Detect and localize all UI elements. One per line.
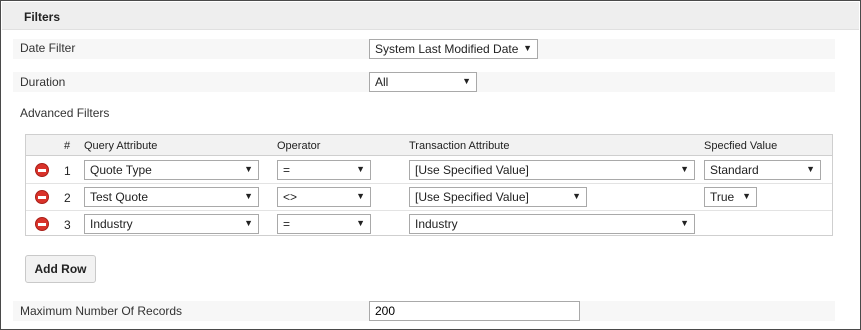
transaction-attribute-select[interactable]: [Use Specified Value] ▼: [409, 160, 695, 180]
advanced-filters-label: Advanced Filters: [20, 106, 110, 120]
chevron-down-icon: ▼: [244, 164, 253, 174]
section-header: Filters: [2, 2, 859, 30]
chevron-down-icon: ▼: [356, 218, 365, 228]
chevron-down-icon: ▼: [742, 191, 751, 201]
row-number: 3: [64, 218, 71, 232]
chevron-down-icon: ▼: [244, 218, 253, 228]
query-attribute-value: Test Quote: [90, 190, 149, 204]
chevron-down-icon: ▼: [356, 164, 365, 174]
chevron-down-icon: ▼: [680, 164, 689, 174]
column-header-num: #: [64, 140, 71, 152]
duration-select[interactable]: All ▼: [369, 72, 477, 92]
duration-label: Duration: [20, 75, 66, 89]
section-title: Filters: [24, 10, 61, 24]
specified-value-select[interactable]: Standard ▼: [704, 160, 821, 180]
transaction-attribute-select[interactable]: [Use Specified Value] ▼: [409, 187, 587, 207]
date-filter-select[interactable]: System Last Modified Date ▼: [369, 39, 538, 59]
add-row-button[interactable]: Add Row: [25, 255, 96, 283]
advanced-filters-table: # Query Attribute Operator Transaction A…: [25, 134, 833, 236]
query-attribute-value: Quote Type: [90, 163, 152, 177]
column-header-specified-value: Specfied Value: [704, 140, 778, 152]
filters-panel: Filters Date Filter System Last Modified…: [0, 0, 861, 330]
query-attribute-select[interactable]: Test Quote ▼: [84, 187, 259, 207]
specified-value-select[interactable]: True ▼: [704, 187, 757, 207]
delete-row-icon[interactable]: [35, 217, 49, 231]
query-attribute-select[interactable]: Quote Type ▼: [84, 160, 259, 180]
specified-value-value: Standard: [710, 163, 759, 177]
transaction-attribute-select[interactable]: Industry ▼: [409, 214, 695, 234]
query-attribute-value: Industry: [90, 217, 133, 231]
column-header-operator: Operator: [277, 140, 321, 152]
duration-value: All: [375, 75, 389, 89]
table-row: 2 Test Quote ▼ <> ▼ [Use Specified Value…: [26, 184, 832, 211]
operator-select[interactable]: <> ▼: [277, 187, 371, 207]
query-attribute-select[interactable]: Industry ▼: [84, 214, 259, 234]
chevron-down-icon: ▼: [680, 218, 689, 228]
column-header-transaction-attribute: Transaction Attribute: [409, 140, 510, 152]
specified-value-value: True: [710, 190, 735, 204]
operator-select[interactable]: = ▼: [277, 214, 371, 234]
operator-value: <>: [283, 190, 298, 204]
max-records-input[interactable]: [369, 301, 580, 321]
operator-value: =: [283, 217, 291, 231]
chevron-down-icon: ▼: [356, 191, 365, 201]
table-row: 3 Industry ▼ = ▼ Industry ▼: [26, 211, 832, 238]
date-filter-label: Date Filter: [20, 41, 76, 55]
table-row: 1 Quote Type ▼ = ▼ [Use Specified Value]…: [26, 157, 832, 184]
row-number: 2: [64, 191, 71, 205]
row-number: 1: [64, 164, 71, 178]
chevron-down-icon: ▼: [462, 76, 471, 86]
chevron-down-icon: ▼: [244, 191, 253, 201]
delete-row-icon[interactable]: [35, 163, 49, 177]
operator-value: =: [283, 163, 291, 177]
date-filter-value: System Last Modified Date: [375, 42, 519, 56]
max-records-label: Maximum Number Of Records: [20, 304, 183, 318]
table-header: # Query Attribute Operator Transaction A…: [26, 135, 832, 156]
chevron-down-icon: ▼: [523, 43, 532, 53]
column-header-query-attribute: Query Attribute: [84, 140, 158, 152]
delete-row-icon[interactable]: [35, 190, 49, 204]
transaction-attribute-value: [Use Specified Value]: [415, 163, 529, 177]
transaction-attribute-value: [Use Specified Value]: [415, 190, 529, 204]
chevron-down-icon: ▼: [806, 164, 815, 174]
chevron-down-icon: ▼: [572, 191, 581, 201]
transaction-attribute-value: Industry: [415, 217, 458, 231]
operator-select[interactable]: = ▼: [277, 160, 371, 180]
